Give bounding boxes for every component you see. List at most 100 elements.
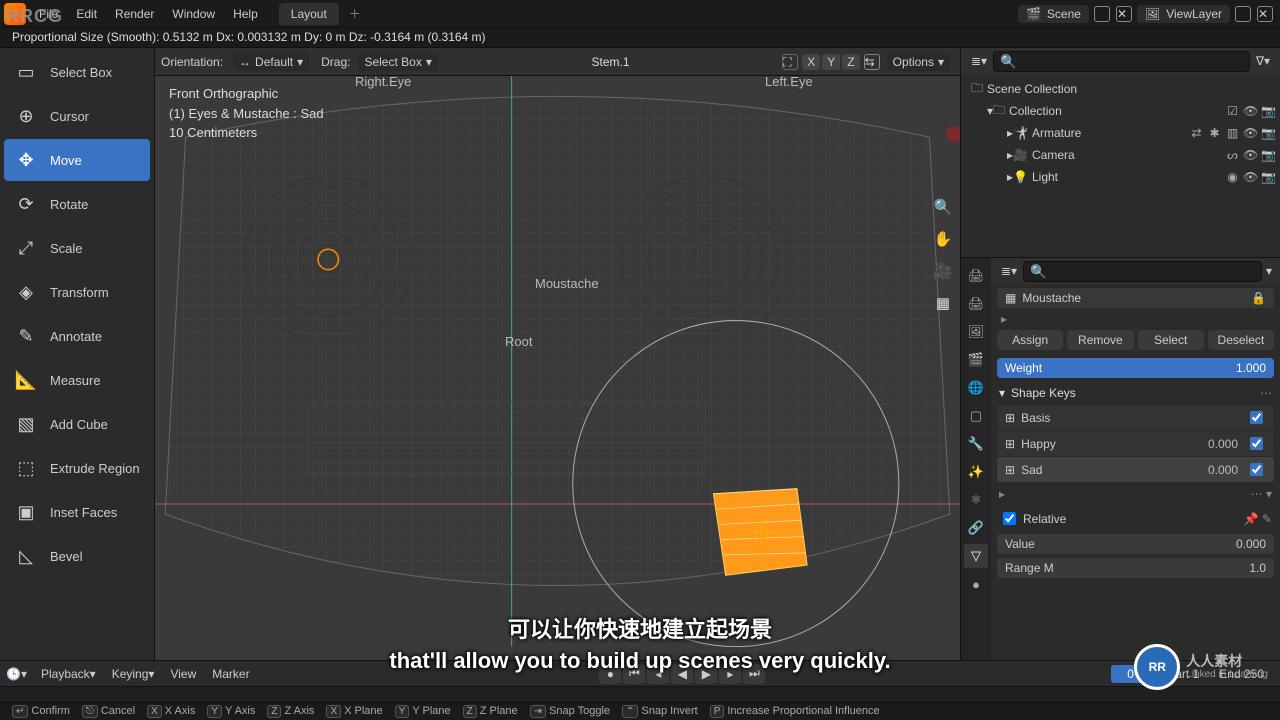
tool-transform[interactable]: ◈Transform — [4, 271, 150, 313]
options-dropdown[interactable]: Options ▾ — [887, 53, 950, 71]
tab-output-icon[interactable]: 🖨 — [964, 292, 988, 316]
weight-slider[interactable]: Weight 1.000 — [997, 358, 1274, 378]
object-mode-icon[interactable]: ✱ — [1207, 126, 1222, 140]
new-layer-icon[interactable] — [1235, 6, 1251, 22]
outliner-mode-icon[interactable]: ≣▾ — [971, 54, 987, 68]
axis-y-toggle[interactable]: Y — [822, 54, 840, 70]
tool-bevel[interactable]: ◺Bevel — [4, 535, 150, 577]
object-mode-icon[interactable]: ⇄ — [1189, 126, 1204, 140]
camera-icon[interactable]: 📷 — [1261, 104, 1276, 118]
chevron-down-icon[interactable]: ▾ — [1266, 264, 1272, 278]
eye-icon[interactable]: 👁 — [1243, 104, 1258, 118]
camera-view-icon[interactable]: 🎥 — [932, 260, 954, 282]
tab-modifier-icon[interactable]: 🔧 — [964, 432, 988, 456]
drag-dropdown[interactable]: Select Box ▾ — [358, 53, 437, 71]
eye-icon[interactable]: 👁 — [1243, 148, 1258, 162]
shapekey-extras-icon[interactable]: ⋯ ▾ — [1251, 487, 1272, 501]
camera-icon[interactable]: 📷 — [1261, 170, 1276, 184]
tab-object-icon[interactable]: ▢ — [964, 404, 988, 428]
tab-physics-icon[interactable]: ⚛ — [964, 488, 988, 512]
menu-window[interactable]: Window — [163, 0, 224, 27]
shapekey-range-field[interactable]: Range M 1.0 — [997, 558, 1274, 578]
scene-selector[interactable]: 🎬 Scene — [1018, 5, 1089, 23]
menu-render[interactable]: Render — [106, 0, 163, 27]
shapekey-enable-checkbox[interactable] — [1250, 437, 1263, 450]
shape-keys-panel-header[interactable]: ▾ Shape Keys ⋯ — [991, 382, 1280, 404]
mirror-icon[interactable]: ⇆ — [864, 54, 880, 70]
shapekey-row-basis[interactable]: ⊞Basis — [997, 405, 1274, 430]
3d-viewport[interactable]: Orientation: ↔ Default ▾ Drag: Select Bo… — [155, 48, 960, 660]
menu-help[interactable]: Help — [224, 0, 267, 27]
expand-icon[interactable]: ▸ — [1001, 312, 1007, 326]
tree-scene-collection[interactable]: 🗀 Scene Collection — [961, 78, 1280, 100]
shapekey-enable-checkbox[interactable] — [1250, 411, 1263, 424]
tool-inset-faces[interactable]: ▣Inset Faces — [4, 491, 150, 533]
eye-icon[interactable]: 👁 — [1243, 170, 1258, 184]
tool-annotate[interactable]: ✎Annotate — [4, 315, 150, 357]
camera-icon[interactable]: 📷 — [1261, 126, 1276, 140]
select-button[interactable]: Select — [1138, 330, 1204, 350]
shapekey-row-sad[interactable]: ⊞Sad0.000 — [997, 457, 1274, 482]
lock-icon[interactable]: 🔒 — [1251, 291, 1266, 305]
tab-material-icon[interactable]: ● — [964, 572, 988, 596]
tree-item-light[interactable]: ▸💡Light◉👁📷 — [961, 166, 1280, 188]
viewport-canvas[interactable]: Front Orthographic (1) Eyes & Mustache :… — [155, 76, 960, 660]
tree-item-armature[interactable]: ▸🤺Armature⇄✱▥👁📷 — [961, 122, 1280, 144]
workspace-tab-layout[interactable]: Layout — [279, 3, 339, 25]
tree-item-camera[interactable]: ▸🎥Cameraᔕ👁📷 — [961, 144, 1280, 166]
tab-particles-icon[interactable]: ✨ — [964, 460, 988, 484]
delete-layer-icon[interactable]: ✕ — [1257, 6, 1273, 22]
properties-search-input[interactable] — [1023, 261, 1262, 282]
deselect-button[interactable]: Deselect — [1208, 330, 1274, 350]
object-mode-icon[interactable]: ◉ — [1225, 170, 1240, 184]
viewlayer-selector[interactable]: 🖼 ViewLayer — [1137, 5, 1230, 23]
tab-viewlayer-icon[interactable]: 🖼 — [964, 320, 988, 344]
shapekey-value-field[interactable]: Value 0.000 — [997, 534, 1274, 554]
new-scene-icon[interactable] — [1094, 6, 1110, 22]
panel-menu-icon[interactable]: ⋯ — [1260, 386, 1272, 400]
expand-icon[interactable]: ▸ — [999, 487, 1005, 501]
tool-select-box[interactable]: ▭Select Box — [4, 51, 150, 93]
gizmo-toggle-icon[interactable]: ⛶ — [782, 54, 798, 70]
object-mode-icon[interactable]: ▥ — [1225, 126, 1240, 140]
tool-measure[interactable]: 📐Measure — [4, 359, 150, 401]
tab-scene-icon[interactable]: 🎬 — [964, 348, 988, 372]
axis-z-toggle[interactable]: Z — [842, 54, 859, 70]
tool-add-cube[interactable]: ▧Add Cube — [4, 403, 150, 445]
checkbox-icon[interactable]: ☑ — [1225, 104, 1240, 118]
add-workspace-button[interactable]: ＋ — [339, 5, 371, 22]
tab-constraints-icon[interactable]: 🔗 — [964, 516, 988, 540]
pan-icon[interactable]: ✋ — [932, 228, 954, 250]
menu-edit[interactable]: Edit — [67, 0, 106, 27]
camera-icon[interactable]: 📷 — [1261, 148, 1276, 162]
assign-button[interactable]: Assign — [997, 330, 1063, 350]
tool-move[interactable]: ✥Move — [4, 139, 150, 181]
axis-x-toggle[interactable]: X — [802, 54, 820, 70]
object-mode-icon[interactable]: ᔕ — [1225, 148, 1240, 162]
outliner-tree[interactable]: 🗀 Scene Collection ▾ 🗀 Collection ☑ 👁 📷 … — [961, 74, 1280, 257]
vertex-group-row[interactable]: ▦ Moustache 🔒 — [997, 288, 1274, 308]
tab-render-icon[interactable]: 🖨 — [964, 264, 988, 288]
pin-icon[interactable]: 📌 ✎ — [1244, 512, 1272, 526]
perspective-toggle-icon[interactable]: ▦ — [932, 292, 954, 314]
shapekey-enable-checkbox[interactable] — [1250, 463, 1263, 476]
eye-icon[interactable]: 👁 — [1243, 126, 1258, 140]
orientation-dropdown[interactable]: ↔ Default ▾ — [233, 53, 309, 71]
filter-icon[interactable]: ∇▾ — [1256, 54, 1270, 68]
timeline-track[interactable] — [0, 686, 1280, 702]
shapekey-row-happy[interactable]: ⊞Happy0.000 — [997, 431, 1274, 456]
delete-scene-icon[interactable]: ✕ — [1116, 6, 1132, 22]
prop-editor-icon[interactable]: ≣▾ — [1001, 264, 1017, 278]
tab-mesh-data-icon[interactable]: ▽ — [964, 544, 988, 568]
zoom-icon[interactable]: 🔍 — [932, 196, 954, 218]
remove-button[interactable]: Remove — [1067, 330, 1133, 350]
tree-collection[interactable]: ▾ 🗀 Collection ☑ 👁 📷 — [961, 100, 1280, 122]
tool-scale[interactable]: ⤢Scale — [4, 227, 150, 269]
tool-extrude-region[interactable]: ⬚Extrude Region — [4, 447, 150, 489]
relative-checkbox[interactable] — [1003, 512, 1016, 525]
tab-world-icon[interactable]: 🌐 — [964, 376, 988, 400]
outliner-search-input[interactable] — [993, 51, 1250, 72]
tool-cursor[interactable]: ⊕Cursor — [4, 95, 150, 137]
value-number: 0.000 — [1236, 537, 1266, 551]
tool-rotate[interactable]: ⟳Rotate — [4, 183, 150, 225]
